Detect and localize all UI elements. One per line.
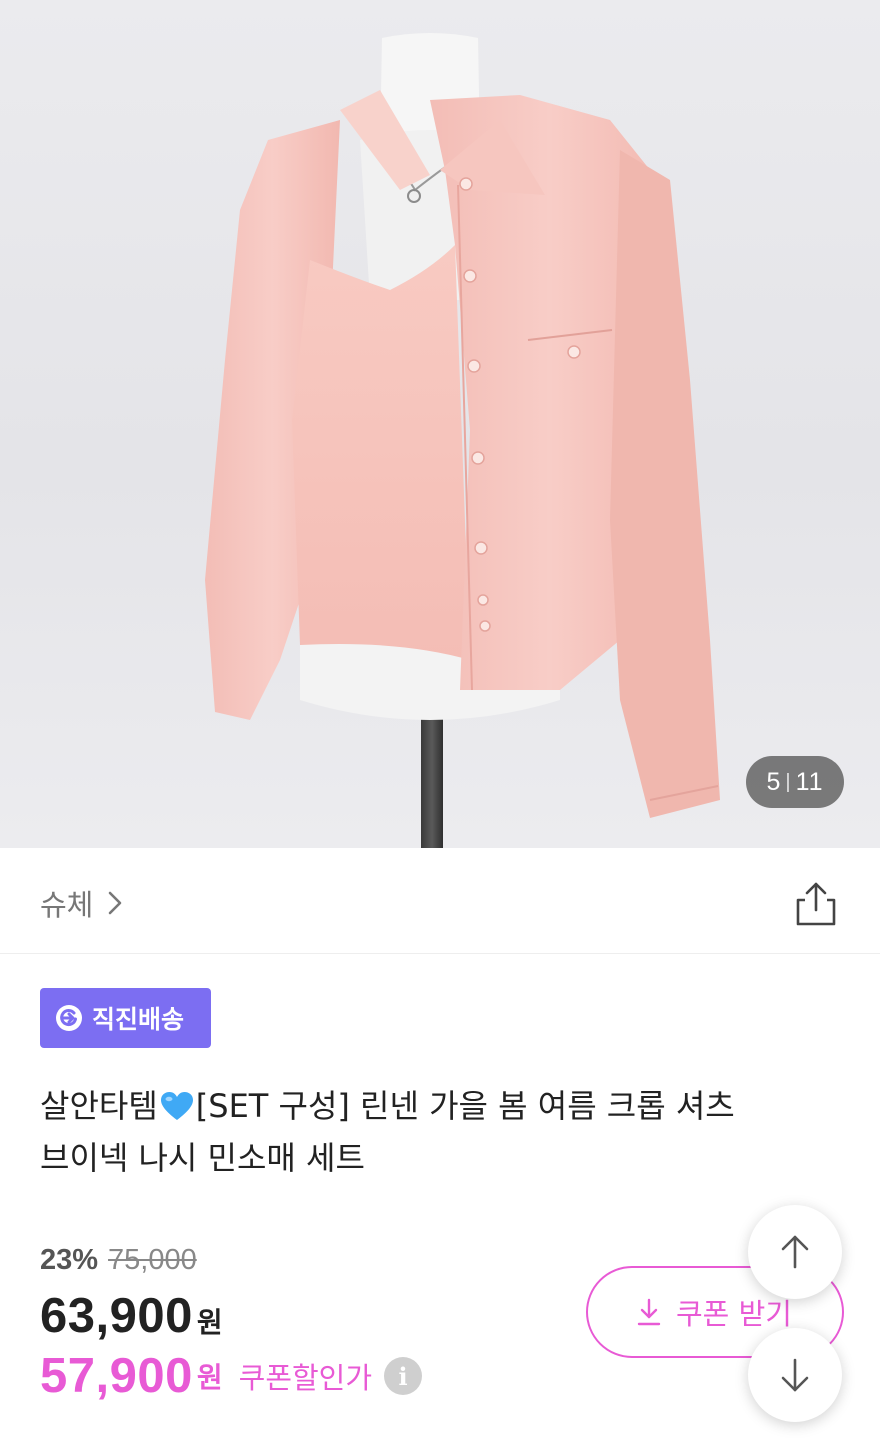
share-icon[interactable] bbox=[790, 878, 842, 930]
product-image-carousel[interactable]: 5 | 11 bbox=[0, 0, 880, 848]
scroll-up-button[interactable] bbox=[748, 1205, 842, 1299]
coupon-price-unit: 원 bbox=[196, 1361, 223, 1394]
title-suffix: [SET 구성] 린넨 가을 봄 여름 크롭 셔츠 bbox=[195, 1087, 735, 1125]
chevron-right-icon bbox=[109, 891, 122, 915]
shop-row: 슈체 bbox=[0, 848, 880, 954]
discount-rate: 23% bbox=[40, 1244, 99, 1276]
delivery-icon bbox=[56, 1005, 82, 1031]
download-icon bbox=[637, 1298, 661, 1326]
coupon-price-row: 57,900 원 쿠폰할인가 i bbox=[40, 1348, 423, 1404]
product-title: 살안타템 [SET 구성] 린넨 가을 봄 여름 크롭 셔츠 브이넥 나시 민소매… bbox=[40, 1080, 830, 1184]
product-image bbox=[205, 33, 720, 848]
get-coupon-label: 쿠폰 받기 bbox=[676, 1297, 792, 1331]
badge-label: 직진배송 bbox=[92, 1005, 185, 1034]
image-counter-separator: | bbox=[785, 770, 792, 793]
arrow-down-icon bbox=[781, 1358, 809, 1392]
shop-link[interactable]: 슈체 bbox=[40, 882, 123, 924]
discount-row: 23% 75,000 bbox=[40, 1244, 197, 1277]
image-counter-total: 11 bbox=[795, 767, 824, 796]
blue-heart-icon bbox=[160, 1092, 193, 1120]
arrow-up-icon bbox=[781, 1235, 809, 1269]
coupon-price: 57,900 bbox=[40, 1349, 193, 1403]
product-title-line-2: 브이넥 나시 민소매 세트 bbox=[40, 1139, 365, 1177]
info-icon[interactable]: i bbox=[384, 1357, 423, 1395]
sale-price-row: 63,900 원 bbox=[40, 1288, 223, 1344]
shop-name: 슈체 bbox=[40, 888, 94, 922]
original-price: 75,000 bbox=[108, 1244, 197, 1276]
direct-delivery-badge: 직진배송 bbox=[40, 988, 211, 1048]
image-counter: 5 | 11 bbox=[746, 756, 844, 808]
sale-price: 63,900 bbox=[40, 1289, 193, 1343]
title-prefix: 살안타템 bbox=[40, 1087, 158, 1125]
coupon-price-label: 쿠폰할인가 bbox=[238, 1361, 373, 1395]
image-counter-current: 5 bbox=[766, 767, 782, 796]
sale-price-unit: 원 bbox=[196, 1306, 223, 1339]
scroll-down-button[interactable] bbox=[748, 1328, 842, 1422]
product-title-line-1: 살안타템 [SET 구성] 린넨 가을 봄 여름 크롭 셔츠 bbox=[40, 1080, 830, 1132]
